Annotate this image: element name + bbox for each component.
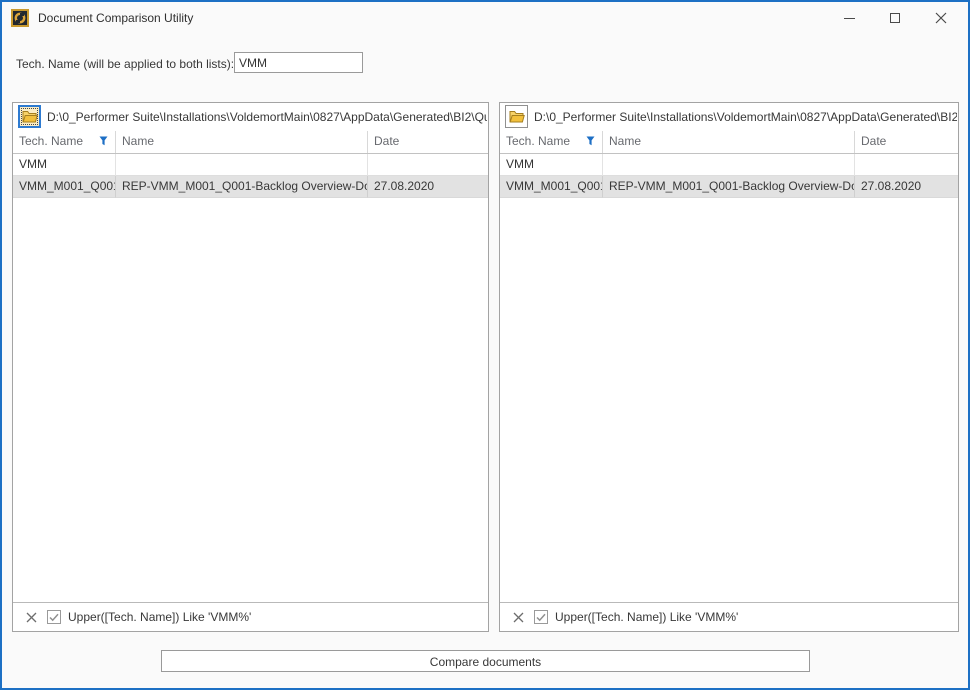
maximize-button[interactable] — [872, 2, 918, 34]
checkmark-icon — [536, 613, 546, 622]
row-cell-name: REP-VMM_M001_Q001-Backlog Overview-Doc_E… — [603, 176, 855, 198]
row-cell-date: 27.08.2020 — [855, 176, 958, 198]
right-path-row: D:\0_Performer Suite\Installations\Volde… — [500, 103, 958, 132]
filter-expression[interactable]: Upper([Tech. Name]) Like 'VMM%' — [68, 610, 251, 624]
left-grid-header: Tech. Name Name Date — [13, 131, 488, 154]
column-header-tech-name[interactable]: Tech. Name — [13, 131, 116, 153]
row-cell-date: 27.08.2020 — [368, 176, 488, 198]
left-filter-bar: Upper([Tech. Name]) Like 'VMM%' — [13, 602, 488, 631]
row-cell-tech-name: VMM_M001_Q001 — [500, 176, 603, 198]
right-filter-bar: Upper([Tech. Name]) Like 'VMM%' — [500, 602, 958, 631]
close-icon — [935, 12, 947, 24]
column-header-name[interactable]: Name — [116, 131, 368, 153]
column-header-tech-name[interactable]: Tech. Name — [500, 131, 603, 153]
minimize-icon — [844, 18, 855, 19]
folder-path-left: D:\0_Performer Suite\Installations\Volde… — [47, 103, 487, 131]
left-grid: Tech. Name Name Date VMM VMM_M001_Q001 — [13, 131, 488, 198]
filter-cell-name[interactable] — [116, 154, 368, 176]
folder-path-right: D:\0_Performer Suite\Installations\Volde… — [534, 103, 957, 131]
filter-cell-name[interactable] — [603, 154, 855, 176]
column-header-date[interactable]: Date — [368, 131, 488, 153]
row-cell-name: REP-VMM_M001_Q001-Backlog Overview-Doc_E… — [116, 176, 368, 198]
filter-cell-date[interactable] — [855, 154, 958, 176]
close-filter-x-glyph — [26, 612, 37, 623]
app-window: Document Comparison Utility Tech. Name (… — [0, 0, 970, 690]
left-document-panel: D:\0_Performer Suite\Installations\Volde… — [12, 102, 489, 632]
title-bar[interactable]: Document Comparison Utility — [2, 2, 968, 34]
filter-enabled-checkbox[interactable] — [534, 610, 548, 624]
auto-filter-row: VMM — [500, 154, 958, 176]
maximize-icon — [890, 13, 900, 23]
filter-icon[interactable] — [586, 136, 595, 146]
close-filter-x-glyph — [513, 612, 524, 623]
row-cell-tech-name: VMM_M001_Q001 — [13, 176, 116, 198]
column-header-date[interactable]: Date — [855, 131, 958, 153]
auto-filter-row: VMM — [13, 154, 488, 176]
filter-cell-tech-name[interactable]: VMM — [500, 154, 603, 176]
table-row[interactable]: VMM_M001_Q001 REP-VMM_M001_Q001-Backlog … — [13, 176, 488, 198]
right-document-panel: D:\0_Performer Suite\Installations\Volde… — [499, 102, 959, 632]
column-header-name[interactable]: Name — [603, 131, 855, 153]
window-title: Document Comparison Utility — [38, 11, 193, 25]
filter-cell-date[interactable] — [368, 154, 488, 176]
open-folder-icon — [22, 110, 38, 123]
left-path-row: D:\0_Performer Suite\Installations\Volde… — [13, 103, 488, 132]
compare-documents-button[interactable]: Compare documents — [161, 650, 810, 672]
window-controls — [826, 2, 964, 34]
filter-enabled-checkbox[interactable] — [47, 610, 61, 624]
tech-name-label: Tech. Name (will be applied to both list… — [16, 57, 234, 71]
right-grid-header: Tech. Name Name Date — [500, 131, 958, 154]
browse-folder-button-left[interactable] — [18, 105, 41, 128]
tech-name-input[interactable] — [234, 52, 363, 73]
open-folder-icon — [509, 110, 525, 123]
filter-cell-tech-name[interactable]: VMM — [13, 154, 116, 176]
table-row[interactable]: VMM_M001_Q001 REP-VMM_M001_Q001-Backlog … — [500, 176, 958, 198]
app-icon — [11, 9, 29, 27]
filter-icon[interactable] — [99, 136, 108, 146]
checkmark-icon — [49, 613, 59, 622]
close-filter-icon[interactable] — [510, 609, 526, 625]
close-filter-icon[interactable] — [23, 609, 39, 625]
close-button[interactable] — [918, 2, 964, 34]
filter-expression[interactable]: Upper([Tech. Name]) Like 'VMM%' — [555, 610, 738, 624]
right-grid: Tech. Name Name Date VMM VMM_M001_Q001 — [500, 131, 958, 198]
minimize-button[interactable] — [826, 2, 872, 34]
browse-folder-button-right[interactable] — [505, 105, 528, 128]
